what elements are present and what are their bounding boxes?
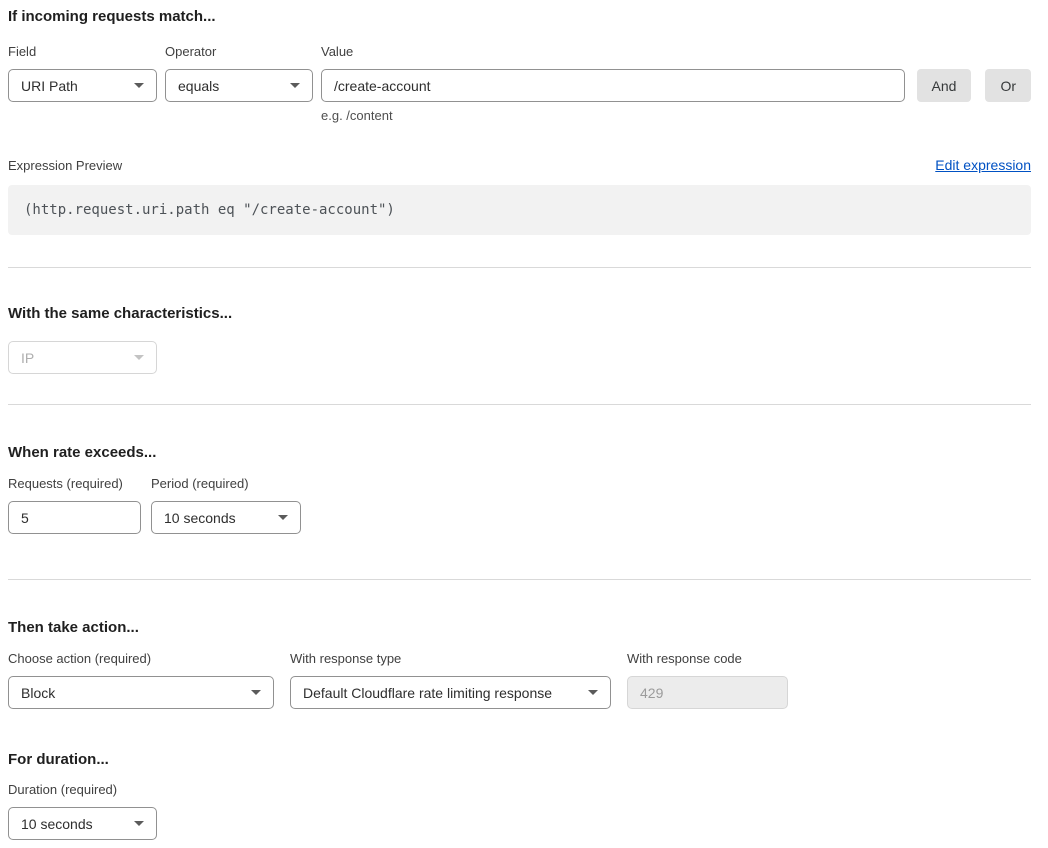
response-code-input [627,676,788,709]
value-input[interactable] [321,69,905,102]
rate-row: Requests (required) Period (required) 10… [8,476,1031,534]
chevron-down-icon [134,821,144,826]
operator-select-value: equals [178,78,219,94]
duration-label: Duration (required) [8,782,157,797]
characteristic-select: IP [8,341,157,374]
section-divider [8,579,1031,580]
section-divider [8,404,1031,405]
field-label: Field [8,44,157,59]
expression-logic-buttons: And Or [917,69,1031,102]
section-characteristics: With the same characteristics... IP [8,305,1031,374]
match-expression-row: Field URI Path Operator equals [8,44,1031,123]
expression-preview-label: Expression Preview [8,157,122,174]
duration-select[interactable]: 10 seconds [8,807,157,840]
chevron-down-icon [134,83,144,88]
response-type-select[interactable]: Default Cloudflare rate limiting respons… [290,676,611,709]
response-type-select-value: Default Cloudflare rate limiting respons… [303,685,552,701]
operator-label: Operator [165,44,313,59]
rate-heading: When rate exceeds... [8,444,1031,461]
requests-group: Requests (required) [8,476,141,534]
or-button[interactable]: Or [985,69,1031,102]
duration-group: Duration (required) 10 seconds [8,782,157,840]
characteristic-group: IP [8,341,157,374]
expression-preview-header: Expression Preview Edit expression [8,157,1031,174]
field-select-value: URI Path [21,78,78,94]
section-divider [8,267,1031,268]
characteristics-row: IP [8,341,1031,374]
response-type-label: With response type [290,651,611,666]
section-action: Then take action... Choose action (requi… [8,619,1031,709]
action-heading: Then take action... [8,619,1031,636]
value-group: Value e.g. /content [321,44,905,123]
rate-limiting-rule-form: If incoming requests match... Field URI … [0,0,1048,848]
period-select-value: 10 seconds [164,510,236,526]
chevron-down-icon [251,690,261,695]
chevron-down-icon [588,690,598,695]
period-group: Period (required) 10 seconds [151,476,301,534]
expression-preview-code: (http.request.uri.path eq "/create-accou… [8,185,1031,235]
field-select[interactable]: URI Path [8,69,157,102]
duration-select-value: 10 seconds [21,816,93,832]
requests-label: Requests (required) [8,476,141,491]
section-incoming-requests: If incoming requests match... Field URI … [8,8,1031,235]
action-row: Choose action (required) Block With resp… [8,651,1031,709]
response-code-group: With response code [627,651,788,709]
operator-group: Operator equals [165,44,313,102]
section-duration: For duration... Duration (required) 10 s… [8,751,1031,840]
and-button[interactable]: And [917,69,972,102]
characteristic-select-value: IP [21,350,34,366]
chevron-down-icon [134,355,144,360]
section-rate: When rate exceeds... Requests (required)… [8,444,1031,534]
requests-input[interactable] [8,501,141,534]
edit-expression-link[interactable]: Edit expression [935,157,1031,173]
choose-action-group: Choose action (required) Block [8,651,274,709]
duration-row: Duration (required) 10 seconds [8,782,1031,840]
chevron-down-icon [290,83,300,88]
value-helper-text: e.g. /content [321,108,905,123]
period-select[interactable]: 10 seconds [151,501,301,534]
choose-action-select-value: Block [21,685,55,701]
value-label: Value [321,44,905,59]
characteristics-heading: With the same characteristics... [8,305,1031,322]
choose-action-label: Choose action (required) [8,651,274,666]
duration-heading: For duration... [8,751,1031,768]
incoming-requests-heading: If incoming requests match... [8,8,1031,25]
operator-select[interactable]: equals [165,69,313,102]
response-type-group: With response type Default Cloudflare ra… [290,651,611,709]
choose-action-select[interactable]: Block [8,676,274,709]
response-code-label: With response code [627,651,788,666]
chevron-down-icon [278,515,288,520]
field-group: Field URI Path [8,44,157,102]
period-label: Period (required) [151,476,301,491]
